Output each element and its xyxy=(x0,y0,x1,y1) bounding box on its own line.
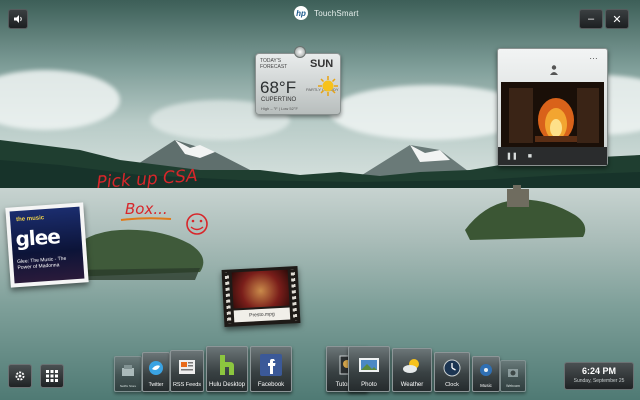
rss-icon xyxy=(179,359,195,374)
dock-tile-netflix-store[interactable]: Netflix Store xyxy=(114,356,142,392)
clock-date: Sunday, September 25 xyxy=(573,378,625,384)
hulu-icon xyxy=(220,354,234,375)
handwritten-note[interactable]: Pick up CSA Box... xyxy=(95,168,225,240)
app-title: TouchSmart xyxy=(314,8,359,18)
clock-display[interactable]: 6:24 PM Sunday, September 25 xyxy=(564,362,634,390)
movie-thumbnail-card[interactable]: Presto.mpg xyxy=(221,266,301,327)
top-bar: hp TouchSmart – ✕ xyxy=(0,0,640,34)
album-caption: Glee: The Music - The Power of Madonna xyxy=(16,255,67,272)
settings-button[interactable] xyxy=(8,364,32,388)
weather-icon xyxy=(403,358,419,373)
album-art: the music glee Glee: The Music - The Pow… xyxy=(9,206,85,284)
film-perforation xyxy=(290,269,298,321)
sun-icon xyxy=(318,76,338,96)
app-dock: Netflix Store Twitter RSS Feeds Hulu Des… xyxy=(114,344,526,392)
forecast-label: TODAY'S FORECAST xyxy=(260,58,288,70)
audio-toggle-button[interactable] xyxy=(8,9,28,29)
gear-icon xyxy=(15,371,25,381)
dock-tile-weather[interactable]: Weather xyxy=(392,348,432,392)
speaker-icon xyxy=(14,15,22,23)
film-perforation xyxy=(224,272,232,324)
dock-tile-clock[interactable]: Clock xyxy=(434,352,470,392)
photo-icon xyxy=(359,357,379,372)
high-low: High – °F | Low 52°F xyxy=(261,106,298,111)
note-underline xyxy=(120,217,172,221)
temperature: 68°F xyxy=(260,78,297,97)
dock-tile-webcam[interactable]: Webcam xyxy=(500,360,526,392)
stop-button[interactable]: ■ xyxy=(528,153,532,160)
twitter-icon xyxy=(149,360,163,375)
close-button[interactable]: ✕ xyxy=(605,9,629,29)
store-icon xyxy=(122,364,134,376)
album-top-text: the music xyxy=(15,215,45,224)
album-cover-card[interactable]: the music glee Glee: The Music - The Pow… xyxy=(5,202,89,288)
pause-button[interactable]: ❚❚ xyxy=(506,152,518,160)
album-title-art: glee xyxy=(14,224,61,252)
dock-tile-facebook[interactable]: Facebook xyxy=(250,346,292,392)
movie-still xyxy=(231,269,290,309)
widget-menu-button[interactable]: … xyxy=(589,51,599,61)
video-screen[interactable] xyxy=(501,82,604,147)
dock-tile-music[interactable]: Music xyxy=(472,356,500,392)
video-controls: ❚❚ ■ xyxy=(498,147,607,165)
city-name: CUPERTINO xyxy=(261,97,297,103)
hp-logo-icon: hp xyxy=(294,6,308,20)
pin-icon xyxy=(294,46,306,58)
music-icon xyxy=(480,364,492,376)
weather-widget[interactable]: TODAY'S FORECAST SUN 68°F PARTLY CLOUDY … xyxy=(255,46,341,115)
note-line-1: Pick up CSA xyxy=(96,168,198,193)
minimize-button[interactable]: – xyxy=(579,9,603,29)
dock-tile-rss-feeds[interactable]: RSS Feeds xyxy=(170,350,204,392)
movie-filename: Presto.mpg xyxy=(233,307,291,323)
touchsmart-brand: hp TouchSmart xyxy=(294,6,359,20)
dock-tile-hulu-desktop[interactable]: Hulu Desktop xyxy=(206,346,248,392)
dock-tile-twitter[interactable]: Twitter xyxy=(142,352,170,392)
user-icon xyxy=(550,65,558,75)
dock-tile-photo[interactable]: Photo xyxy=(348,346,390,392)
facebook-icon xyxy=(260,353,282,376)
video-widget[interactable]: … ❚❚ ■ xyxy=(497,48,608,166)
smiley-icon xyxy=(186,213,208,235)
forecast-day: SUN xyxy=(310,58,334,70)
note-line-2: Box... xyxy=(125,200,168,218)
clock-time: 6:24 PM xyxy=(581,366,616,376)
fireplace-video xyxy=(501,82,604,147)
clock-icon xyxy=(443,359,461,376)
grid-icon xyxy=(46,370,58,382)
all-apps-button[interactable] xyxy=(40,364,64,388)
island-right xyxy=(465,185,586,240)
webcam-icon xyxy=(508,368,518,377)
